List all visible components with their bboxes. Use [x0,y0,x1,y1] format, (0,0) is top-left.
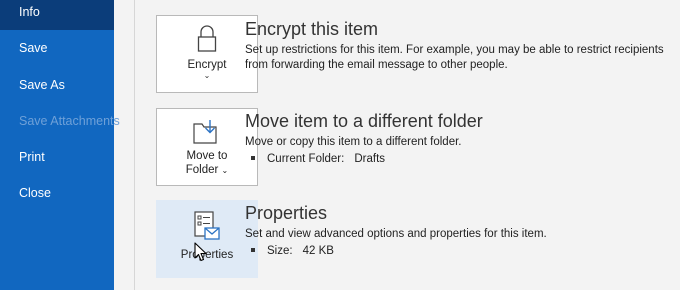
encrypt-label-text: Encrypt [187,59,227,71]
mouse-cursor-icon [194,242,208,267]
folder-move-icon [157,119,257,145]
backstage-nav: Info Save Save As Save Attachments Print… [0,0,120,290]
bullet-icon [251,247,255,252]
nav-item-save[interactable]: Save [0,32,114,64]
encrypt-label: Encrypt ⌄ [157,58,257,80]
move-label: Move to Folder ⌄ [157,149,257,178]
chevron-down-icon: ⌄ [203,71,211,80]
move-to-folder-button[interactable]: Move to Folder ⌄ [156,108,258,186]
bullet-icon [251,155,255,160]
nav-item-save-attachments: Save Attachments [19,114,120,128]
move-label-line1: Move to [186,150,228,162]
nav-item-save-as[interactable]: Save As [0,69,114,101]
properties-icon [157,211,257,241]
current-folder-label: Current Folder: [267,153,345,165]
size-value: 42 KB [302,245,334,257]
move-label-line2: Folder [185,164,219,176]
lock-icon [157,25,257,53]
properties-description: Set and view advanced options and proper… [245,228,547,240]
nav-item-print[interactable]: Print [0,141,114,173]
current-folder-detail: Current Folder: Drafts [251,153,385,165]
outlook-backstage-info: Info Save Save As Save Attachments Print… [0,0,680,290]
properties-heading: Properties [245,203,328,223]
encrypt-heading: Encrypt this item [245,19,379,39]
chevron-down-icon: ⌄ [221,166,229,175]
divider [134,0,135,290]
size-label: Size: [267,245,293,257]
move-heading: Move item to a different folder [245,111,483,131]
encrypt-description: Set up restrictions for this item. For e… [245,44,664,71]
move-description: Move or copy this item to a different fo… [245,136,462,148]
nav-item-info[interactable]: Info [0,0,114,30]
encrypt-button[interactable]: Encrypt ⌄ [156,15,258,93]
size-detail: Size: 42 KB [251,245,334,257]
current-folder-value: Drafts [354,153,386,165]
nav-item-close[interactable]: Close [0,177,114,209]
